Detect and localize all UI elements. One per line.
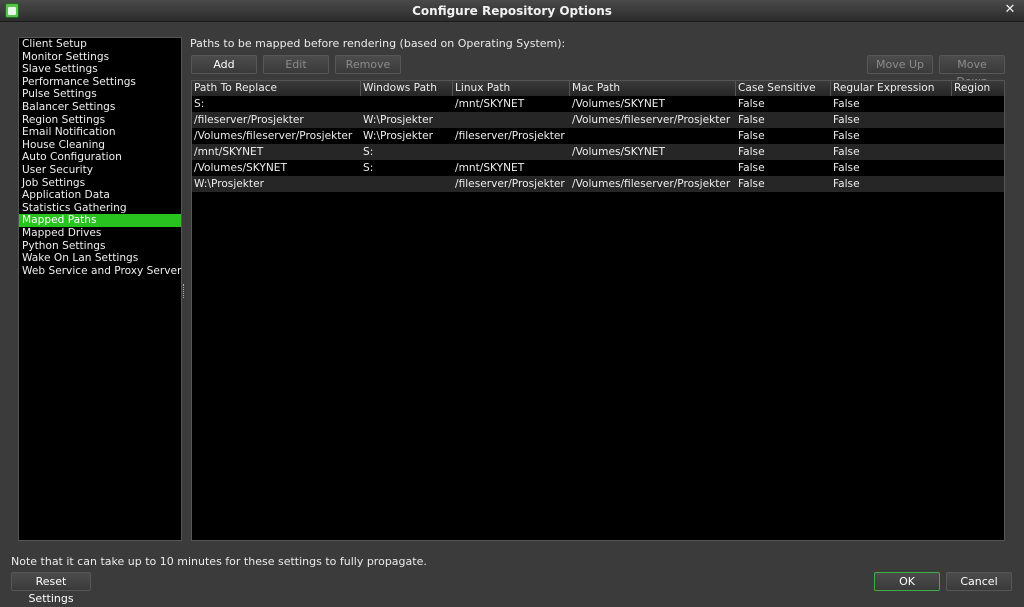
sidebar-item-job-settings[interactable]: Job Settings xyxy=(19,177,181,190)
cell-region xyxy=(952,112,1004,128)
cell-path-to-replace: W:\Prosjekter xyxy=(194,178,264,190)
move-down-button[interactable]: Move Down xyxy=(939,55,1005,88)
cell-linux-path xyxy=(453,144,570,160)
sidebar-item-mapped-paths[interactable]: Mapped Paths xyxy=(19,214,181,227)
add-button[interactable]: Add xyxy=(191,55,257,74)
sidebar-item-web-service-proxy[interactable]: Web Service and Proxy Server xyxy=(19,265,181,278)
cell-linux-path: /fileserver/Prosjekter xyxy=(455,130,565,142)
column-header-linux-path[interactable]: Linux Path xyxy=(453,81,570,96)
table-row[interactable]: W:\Prosjekter /fileserver/Prosjekter /Vo… xyxy=(192,176,1004,192)
reset-settings-button[interactable]: Reset Settings xyxy=(11,572,91,605)
cell-mac-path xyxy=(570,160,736,176)
cell-path-to-replace: /Volumes/fileserver/Prosjekter xyxy=(194,130,353,142)
ok-button[interactable]: OK xyxy=(874,572,940,591)
table-row[interactable]: /fileserver/Prosjekter W:\Prosjekter /Vo… xyxy=(192,112,1004,128)
mapped-paths-description: Paths to be mapped before rendering (bas… xyxy=(190,37,566,50)
close-icon[interactable]: ✕ xyxy=(1003,3,1017,17)
cell-region xyxy=(952,144,1004,160)
cell-windows-path xyxy=(361,176,453,192)
sidebar-item-balancer-settings[interactable]: Balancer Settings xyxy=(19,101,181,114)
remove-button[interactable]: Remove xyxy=(335,55,401,74)
cell-mac-path: /Volumes/SKYNET xyxy=(572,98,665,110)
sidebar-item-performance-settings[interactable]: Performance Settings xyxy=(19,76,181,89)
cell-mac-path: /Volumes/fileserver/Prosjekter xyxy=(572,178,731,190)
column-header-mac-path[interactable]: Mac Path xyxy=(570,81,736,96)
settings-category-list[interactable]: Client Setup Monitor Settings Slave Sett… xyxy=(18,37,182,541)
cell-mac-path xyxy=(570,128,736,144)
sidebar-item-python-settings[interactable]: Python Settings xyxy=(19,240,181,253)
cell-regular-expression: False xyxy=(833,130,860,142)
cell-regular-expression: False xyxy=(833,98,860,110)
cell-linux-path: /mnt/SKYNET xyxy=(455,162,525,174)
sidebar-item-pulse-settings[interactable]: Pulse Settings xyxy=(19,88,181,101)
column-header-regular-expression[interactable]: Regular Expression xyxy=(831,81,952,96)
cell-region xyxy=(952,96,1004,112)
cell-linux-path: /mnt/SKYNET xyxy=(455,98,525,110)
column-header-windows-path[interactable]: Windows Path xyxy=(361,81,453,96)
splitter-handle[interactable] xyxy=(183,284,186,298)
table-row[interactable]: S: /mnt/SKYNET /Volumes/SKYNET False Fal… xyxy=(192,96,1004,112)
cell-case-sensitive: False xyxy=(738,130,765,142)
cell-regular-expression: False xyxy=(833,146,860,158)
sidebar-item-slave-settings[interactable]: Slave Settings xyxy=(19,63,181,76)
cell-regular-expression: False xyxy=(833,162,860,174)
column-header-path-to-replace[interactable]: Path To Replace xyxy=(192,81,361,96)
cell-case-sensitive: False xyxy=(738,162,765,174)
mapped-paths-table[interactable]: Path To Replace Windows Path Linux Path … xyxy=(191,80,1005,541)
sidebar-item-statistics-gathering[interactable]: Statistics Gathering xyxy=(19,202,181,215)
cell-windows-path xyxy=(361,96,453,112)
cell-case-sensitive: False xyxy=(738,98,765,110)
cell-regular-expression: False xyxy=(833,178,860,190)
sidebar-item-wake-on-lan-settings[interactable]: Wake On Lan Settings xyxy=(19,252,181,265)
sidebar-item-monitor-settings[interactable]: Monitor Settings xyxy=(19,51,181,64)
cell-linux-path xyxy=(453,112,570,128)
table-header: Path To Replace Windows Path Linux Path … xyxy=(192,81,1004,96)
cell-windows-path: S: xyxy=(363,146,374,158)
sidebar-item-application-data[interactable]: Application Data xyxy=(19,189,181,202)
cancel-button[interactable]: Cancel xyxy=(946,572,1012,591)
cell-path-to-replace: S: xyxy=(194,98,205,110)
column-header-case-sensitive[interactable]: Case Sensitive xyxy=(736,81,831,96)
cell-path-to-replace: /fileserver/Prosjekter xyxy=(194,114,304,126)
cell-windows-path: W:\Prosjekter xyxy=(363,130,433,142)
cell-case-sensitive: False xyxy=(738,178,765,190)
cell-windows-path: S: xyxy=(363,162,374,174)
sidebar-item-email-notification[interactable]: Email Notification xyxy=(19,126,181,139)
cell-windows-path: W:\Prosjekter xyxy=(363,114,433,126)
cell-region xyxy=(952,176,1004,192)
cell-region xyxy=(952,160,1004,176)
edit-button[interactable]: Edit xyxy=(263,55,329,74)
sidebar-item-client-setup[interactable]: Client Setup xyxy=(19,38,181,51)
propagation-note: Note that it can take up to 10 minutes f… xyxy=(11,555,427,568)
title-bar: Configure Repository Options ✕ xyxy=(0,0,1024,22)
sidebar-item-auto-configuration[interactable]: Auto Configuration xyxy=(19,151,181,164)
cell-case-sensitive: False xyxy=(738,146,765,158)
table-row[interactable]: /Volumes/SKYNET S: /mnt/SKYNET False Fal… xyxy=(192,160,1004,176)
move-up-button[interactable]: Move Up xyxy=(867,55,933,74)
sidebar-item-region-settings[interactable]: Region Settings xyxy=(19,114,181,127)
sidebar-item-mapped-drives[interactable]: Mapped Drives xyxy=(19,227,181,240)
cell-region xyxy=(952,128,1004,144)
table-row[interactable]: /mnt/SKYNET S: /Volumes/SKYNET False Fal… xyxy=(192,144,1004,160)
sidebar-item-house-cleaning[interactable]: House Cleaning xyxy=(19,139,181,152)
cell-case-sensitive: False xyxy=(738,114,765,126)
cell-mac-path: /Volumes/fileserver/Prosjekter xyxy=(572,114,731,126)
cell-path-to-replace: /mnt/SKYNET xyxy=(194,146,264,158)
cell-path-to-replace: /Volumes/SKYNET xyxy=(194,162,287,174)
cell-regular-expression: False xyxy=(833,114,860,126)
window-title: Configure Repository Options xyxy=(412,4,612,18)
cell-mac-path: /Volumes/SKYNET xyxy=(572,146,665,158)
sidebar-item-user-security[interactable]: User Security xyxy=(19,164,181,177)
cell-linux-path: /fileserver/Prosjekter xyxy=(455,178,565,190)
table-row[interactable]: /Volumes/fileserver/Prosjekter W:\Prosje… xyxy=(192,128,1004,144)
column-header-region[interactable]: Region xyxy=(952,81,1004,96)
